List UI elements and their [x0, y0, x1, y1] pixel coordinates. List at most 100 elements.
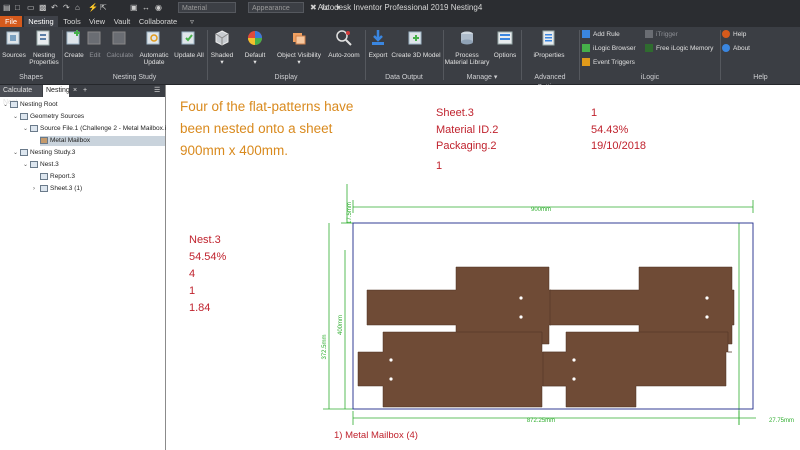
ribbon-minimize-icon[interactable]: ▿ — [186, 16, 198, 27]
nesting-properties-icon — [36, 30, 50, 46]
tree-node-label: Report.3 — [50, 173, 75, 180]
ribbon-panel: Sources Nesting Properties Shapes Create… — [0, 27, 800, 91]
collapse-icon[interactable]: ⌄ — [23, 124, 30, 134]
shaded-chevron-icon: ▾ — [220, 59, 224, 66]
automatic-update-icon — [146, 31, 160, 45]
help-label: Help — [733, 31, 747, 38]
create-label: Create — [64, 51, 84, 59]
browser-tab-nesting[interactable]: Nesting — [43, 85, 70, 97]
color-wheel-icon — [248, 31, 262, 45]
group-label-data-output: Data Output — [385, 74, 423, 81]
title-bar: ▤ □ ▭ ▩ ↶ ↷ ⌂ ⚡ ⇱ ▣ ↔ ◉ Material Appeara… — [0, 0, 800, 16]
tab-file[interactable]: File — [0, 16, 22, 27]
inner-height-dimension: 372.5mm — [322, 334, 328, 359]
tree-node-report[interactable]: Report.3 — [40, 172, 75, 182]
browser-tab-calculate-nest[interactable]: Calculate Nest — [0, 85, 42, 106]
update-all-button[interactable]: Update All — [172, 29, 206, 59]
create-3d-model-label: Create 3D Model — [391, 51, 441, 59]
itrigger-label: iTrigger — [656, 31, 678, 38]
event-triggers-button[interactable]: Event Triggers — [582, 58, 635, 68]
add-browser-tab-icon[interactable]: + — [80, 85, 92, 97]
free-ilogic-memory-label: Free iLogic Memory — [656, 45, 714, 52]
object-visibility-dropdown[interactable]: Object Visibility ▾ — [275, 29, 323, 67]
add-rule-button[interactable]: Add Rule — [582, 30, 620, 40]
tab-vault[interactable]: Vault — [110, 16, 134, 27]
event-triggers-icon — [582, 58, 590, 67]
shaded-dropdown[interactable]: Shaded ▾ — [208, 29, 236, 67]
group-label-help: Help — [753, 74, 768, 81]
tab-nesting[interactable]: Nesting — [24, 16, 58, 27]
object-visibility-label: Object Visibility — [277, 51, 321, 59]
graphics-canvas[interactable]: Four of the flat-patterns have been nest… — [166, 85, 800, 450]
browser-close-tab-icon[interactable]: × — [70, 85, 80, 97]
edit-icon — [87, 31, 101, 45]
sources-button[interactable]: Sources — [1, 29, 27, 59]
default-chevron-icon: ▾ — [253, 59, 257, 66]
used-width-dimension: 872.25mm — [527, 418, 555, 424]
top-margin-dimension: 17.5mm — [347, 202, 353, 224]
tab-tools[interactable]: Tools — [60, 16, 84, 27]
process-material-library-label: Process Material Library — [444, 51, 490, 67]
about-button[interactable]: About — [722, 44, 750, 54]
create-3d-model-button[interactable]: Create 3D Model — [391, 29, 441, 59]
collapse-icon[interactable]: ⌄ — [13, 112, 20, 122]
tree-node-sheet[interactable]: › Sheet.3 (1) — [33, 184, 82, 194]
model-browser: Calculate Nest Nesting × + ☰ ⌄Nesting Ro… — [0, 85, 174, 450]
nesting-study-icon — [20, 148, 28, 156]
memory-icon — [645, 44, 653, 53]
group-label-nesting-study: Nesting Study — [112, 74, 157, 81]
expand-icon[interactable]: › — [33, 184, 40, 194]
tree-node-source-file[interactable]: ⌄ Source File.1 (Challenge 2 - Metal Mail… — [23, 124, 174, 134]
sheet-height-dimension: 400mm — [338, 315, 344, 335]
tree-node-nest[interactable]: ⌄ Nest.3 — [23, 160, 59, 170]
create-nest-icon — [66, 30, 80, 45]
tree-node-nesting-root[interactable]: ⌄ Nesting Root — [3, 100, 58, 110]
itrigger-button[interactable]: iTrigger — [645, 30, 678, 40]
auto-zoom-button[interactable]: Auto-zoom — [326, 29, 362, 59]
part-file-icon — [30, 124, 38, 132]
auto-zoom-icon — [336, 30, 352, 46]
edit-nest-button[interactable]: Edit — [86, 29, 104, 59]
group-label-manage[interactable]: Manage ▾ — [444, 73, 520, 83]
iproperties-button[interactable]: iProperties — [530, 29, 568, 59]
sheet-width-dimension: 900mm — [531, 207, 551, 213]
shaded-label: Shaded — [210, 51, 234, 59]
material-library-icon — [461, 31, 473, 45]
tree-node-label: Nest.3 — [40, 161, 59, 168]
event-triggers-label: Event Triggers — [593, 59, 635, 66]
itrigger-icon — [645, 30, 653, 39]
tab-collaborate[interactable]: Collaborate — [136, 16, 180, 27]
sheet-icon — [40, 184, 48, 192]
shaded-cube-icon — [215, 30, 229, 46]
nesting-properties-button[interactable]: Nesting Properties — [28, 29, 60, 67]
object-visibility-chevron-icon: ▾ — [297, 59, 301, 66]
group-label-ilogic: iLogic — [640, 74, 660, 81]
part-list-label: 1) Metal Mailbox (4) — [334, 430, 418, 441]
group-label-advanced-settings: Advanced Settings — [534, 74, 566, 91]
about-label: About — [733, 45, 750, 52]
automatic-update-button[interactable]: Automatic Update — [136, 29, 172, 67]
collapse-icon[interactable]: ⌄ — [3, 100, 10, 110]
tree-node-label: Source File.1 (Challenge 2 - Metal Mailb… — [40, 125, 174, 132]
update-all-icon — [181, 31, 195, 45]
default-appearance-dropdown[interactable]: Default ▾ — [240, 29, 270, 67]
tree-node-geometry-sources[interactable]: ⌄ Geometry Sources — [13, 112, 84, 122]
collapse-icon[interactable]: ⌄ — [23, 160, 30, 170]
tree-node-nesting-study[interactable]: ⌄ Nesting Study.3 — [13, 148, 75, 158]
tree-node-metal-mailbox[interactable]: Metal Mailbox — [40, 136, 165, 146]
export-button[interactable]: Export — [366, 29, 390, 59]
window-title: Autodesk Inventor Professional 2019 Nest… — [317, 3, 483, 12]
ilogic-browser-button[interactable]: iLogic Browser — [582, 44, 636, 54]
browser-menu-icon[interactable]: ☰ — [151, 85, 165, 97]
nesting-properties-label: Nesting Properties — [29, 51, 59, 67]
tree-node-label: Geometry Sources — [30, 113, 85, 120]
collapse-icon[interactable]: ⌄ — [13, 148, 20, 158]
help-button[interactable]: Help — [722, 30, 746, 40]
options-button[interactable]: Options — [491, 29, 519, 59]
nested-parts — [357, 266, 735, 408]
calculate-button[interactable]: Calculate — [105, 29, 135, 59]
tab-view[interactable]: View — [86, 16, 108, 27]
process-material-library-button[interactable]: Process Material Library — [444, 29, 490, 67]
create-nest-button[interactable]: Create — [63, 29, 85, 59]
free-ilogic-memory-button[interactable]: Free iLogic Memory — [645, 44, 713, 54]
